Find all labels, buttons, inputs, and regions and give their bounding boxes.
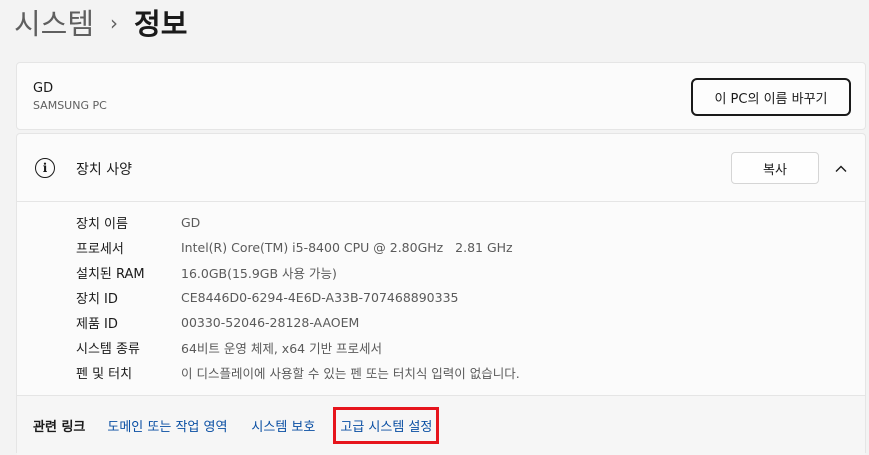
related-links: 관련 링크 도메인 또는 작업 영역 시스템 보호 고급 시스템 설정 xyxy=(17,395,865,455)
device-specs-list: 장치 이름 GD 프로세서 Intel(R) Core(TM) i5-8400 … xyxy=(76,210,520,385)
spec-value: GD xyxy=(181,215,201,230)
info-icon: i xyxy=(35,158,55,178)
spec-label: 시스템 종류 xyxy=(76,342,140,357)
spec-row-system-type: 시스템 종류 64비트 운영 체제, x64 기반 프로세서 xyxy=(76,335,520,360)
device-specs-card: i 장치 사양 복사 장치 이름 GD 프로세서 Intel(R) Core(T… xyxy=(16,133,866,455)
spec-value: 16.0GB(15.9GB 사용 가능) xyxy=(181,266,337,281)
breadcrumb-system[interactable]: 시스템 xyxy=(14,0,94,48)
spec-row-pen-touch: 펜 및 터치 이 디스플레이에 사용할 수 있는 펜 또는 터치식 입력이 없습… xyxy=(76,360,520,385)
rename-pc-button[interactable]: 이 PC의 이름 바꾸기 xyxy=(691,78,851,116)
spec-row-ram: 설치된 RAM 16.0GB(15.9GB 사용 가능) xyxy=(76,260,520,285)
breadcrumb: 시스템 › 정보 xyxy=(14,0,187,48)
spec-value: 이 디스플레이에 사용할 수 있는 펜 또는 터치식 입력이 없습니다. xyxy=(181,366,520,381)
breadcrumb-separator: › xyxy=(110,11,119,35)
related-links-label: 관련 링크 xyxy=(33,420,86,435)
spec-value: 00330-52046-28128-AAOEM xyxy=(181,315,360,330)
spec-row-device-name: 장치 이름 GD xyxy=(76,210,520,235)
page-title: 정보 xyxy=(134,7,188,41)
spec-label: 제품 ID xyxy=(76,317,118,332)
domain-workgroup-link[interactable]: 도메인 또는 작업 영역 xyxy=(107,416,227,435)
spec-value: Intel(R) Core(TM) i5-8400 CPU @ 2.80GHz … xyxy=(181,240,513,255)
spec-label: 장치 ID xyxy=(76,292,118,307)
spec-value: CE8446D0-6294-4E6D-A33B-707468890335 xyxy=(181,290,459,305)
spec-label: 장치 이름 xyxy=(76,217,128,232)
system-protection-link[interactable]: 시스템 보호 xyxy=(251,416,315,435)
copy-button[interactable]: 복사 xyxy=(731,152,819,184)
advanced-system-settings-link[interactable]: 고급 시스템 설정 xyxy=(333,407,440,444)
pc-model: SAMSUNG PC xyxy=(33,99,107,112)
pc-name: GD xyxy=(33,81,54,96)
spec-row-product-id: 제품 ID 00330-52046-28128-AAOEM xyxy=(76,310,520,335)
spec-label: 프로세서 xyxy=(76,242,124,257)
device-specs-header[interactable]: i 장치 사양 복사 xyxy=(17,134,865,202)
spec-label: 펜 및 터치 xyxy=(76,367,133,382)
spec-value: 64비트 운영 체제, x64 기반 프로세서 xyxy=(181,341,383,356)
device-specs-title: 장치 사양 xyxy=(76,162,132,178)
spec-row-processor: 프로세서 Intel(R) Core(TM) i5-8400 CPU @ 2.8… xyxy=(76,235,520,260)
spec-row-device-id: 장치 ID CE8446D0-6294-4E6D-A33B-7074688903… xyxy=(76,285,520,310)
spec-label: 설치된 RAM xyxy=(76,267,145,282)
pc-name-card: GD SAMSUNG PC 이 PC의 이름 바꾸기 xyxy=(16,62,866,130)
chevron-up-icon[interactable] xyxy=(835,163,847,175)
